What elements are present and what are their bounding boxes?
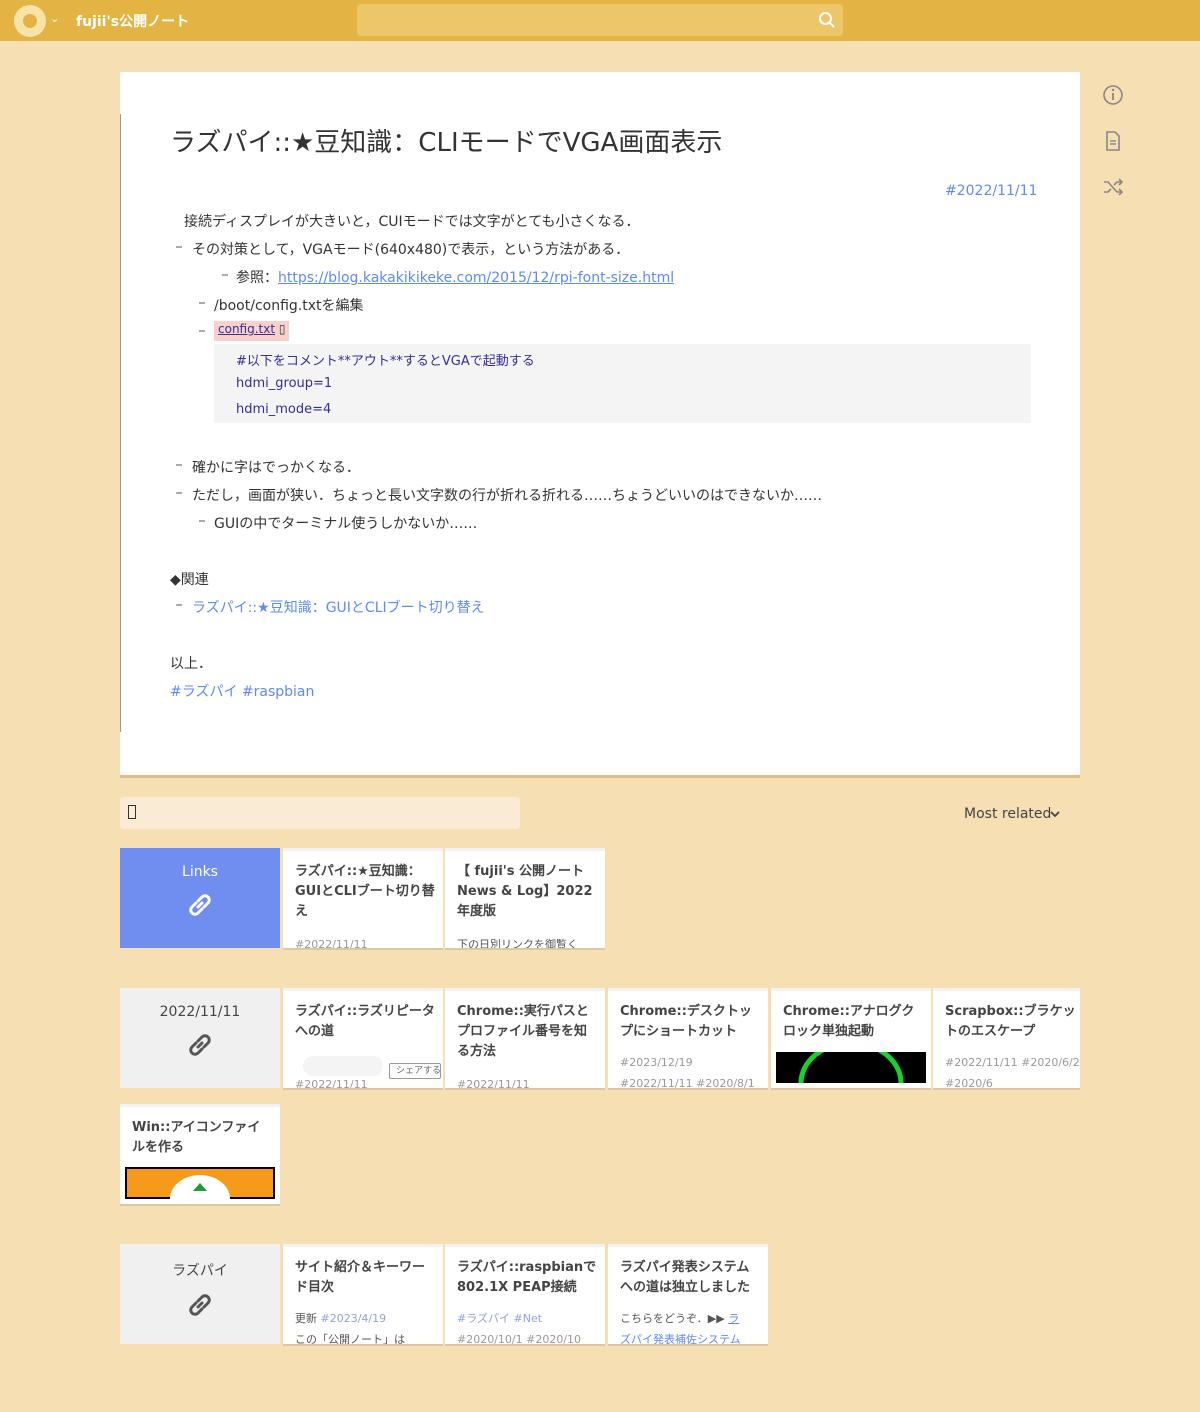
- scrapbox-logo-icon[interactable]: [14, 5, 46, 37]
- card-desc: #2023/12/19: [620, 1056, 693, 1069]
- text-line: 以上．: [170, 656, 212, 672]
- card-desc: #2022/11/11 #2020/8/1: [620, 1077, 755, 1088]
- related-card[interactable]: サイト紹介＆キーワード目次 更新 #2023/4/19 この「公開ノート」は: [283, 1244, 443, 1344]
- related-card[interactable]: ラズパイ::raspbianで802.1X PEAP接続 #ラズパイ #Net …: [445, 1244, 605, 1344]
- related-card[interactable]: Chrome::デスクトップにショートカット #2023/12/19 #2022…: [608, 988, 768, 1088]
- tag-group-label: ラズパイ: [172, 1263, 228, 1279]
- text-line: /boot/config.txtを編集: [214, 298, 364, 314]
- card-title: Win::アイコンファイルを作る: [132, 1120, 261, 1155]
- related-card[interactable]: ラズパイ::★豆知識：GUIとCLIブート切り替え #2022/11/11: [283, 848, 443, 948]
- card-title: Chrome::実行パスとプロファイル番号を知る方法: [457, 1004, 589, 1059]
- shuffle-icon[interactable]: [1101, 175, 1125, 199]
- date-tag[interactable]: #2022/11/11: [945, 183, 1037, 199]
- tag-group-header[interactable]: ラズパイ: [120, 1244, 280, 1344]
- related-card[interactable]: 【 fujii's 公開ノート News & Log】2022年度版 下の日別リ…: [445, 848, 605, 948]
- bullet: [199, 520, 205, 522]
- code-line: #以下をコメント**アウト**するとVGAで起動する: [236, 354, 535, 369]
- header-bar: ⌄ fujii's公開ノート: [0, 0, 1200, 41]
- related-card[interactable]: Chrome::実行パスとプロファイル番号を知る方法 #2022/11/11: [445, 988, 605, 1088]
- card-title: ラズパイ発表システムへの道は独立しました: [620, 1260, 751, 1295]
- card-title: サイト紹介＆キーワード目次: [295, 1260, 426, 1295]
- related-filter-input[interactable]: [120, 797, 520, 829]
- bullet: [222, 274, 228, 276]
- card-desc: ズパイ発表補佐システム: [620, 1333, 741, 1344]
- date-group-header[interactable]: 2022/11/11: [120, 988, 280, 1088]
- analog-clock-thumbnail: [776, 1052, 926, 1083]
- card-title: ラズパイ::ラズリピータへの道: [295, 1004, 435, 1039]
- card-desc: #2020/10/1 #2020/10: [457, 1333, 582, 1344]
- card-title: ラズパイ::raspbianで802.1X PEAP接続: [457, 1260, 597, 1295]
- card-desc: この「公開ノート」は: [295, 1333, 405, 1344]
- reference-url-link[interactable]: https://blog.kakakikikeke.com/2015/12/rp…: [278, 270, 674, 286]
- search-icon[interactable]: [818, 11, 836, 29]
- card-thumbnail: [303, 1056, 383, 1076]
- related-page-link[interactable]: ラズパイ::★豆知識：GUIとCLIブート切り替え: [192, 597, 485, 617]
- sort-dropdown[interactable]: Most related: [964, 806, 1051, 822]
- link-icon: [189, 894, 211, 916]
- project-title[interactable]: fujii's公開ノート: [76, 11, 189, 31]
- code-block-title[interactable]: config.txt ▯: [214, 321, 290, 341]
- card-desc: 下の日別リンクを御覧く: [457, 938, 578, 948]
- link-icon: [189, 1294, 211, 1316]
- chevron-down-icon[interactable]: [1050, 810, 1060, 818]
- search-input[interactable]: [357, 4, 843, 36]
- card-desc: 更新 #2023/4/19: [295, 1312, 387, 1325]
- links-label: Links: [182, 864, 218, 880]
- text-line: 接続ディスプレイが大きいと，CUIモードでは文字がとても小さくなる．: [184, 214, 640, 230]
- card-title: Chrome::アナログクロック単独起動: [783, 1004, 915, 1039]
- text-line: GUIの中でターミナル使うしかないか……: [214, 516, 478, 532]
- related-card[interactable]: Chrome::アナログクロック単独起動: [771, 988, 931, 1088]
- text-line: ただし，画面が狭い．ちょっと長い文字数の行が折れる折れる……ちょうどいいのはでき…: [192, 488, 822, 504]
- bullet: [199, 302, 205, 304]
- related-card[interactable]: Scrapbox::ブラケットのエスケープ #2022/11/11 #2020/…: [933, 988, 1080, 1088]
- card-desc: #ラズパイ #Net: [457, 1312, 543, 1325]
- bullet: [199, 330, 205, 332]
- code-line: hdmi_group=1: [236, 376, 333, 391]
- page-title: ラズパイ::★豆知識：CLIモードでVGA画面表示: [170, 128, 723, 158]
- related-heading: ◆関連: [170, 572, 209, 588]
- filter-icon: [128, 805, 136, 819]
- card-desc: こちらをどうぞ．▶▶ ラ: [620, 1312, 740, 1325]
- icon-file-thumbnail: [125, 1167, 275, 1199]
- hashtags[interactable]: #ラズパイ #raspbian: [170, 681, 314, 701]
- bullet: [176, 464, 182, 466]
- reference-line: 参照：https://blog.kakakikikeke.com/2015/12…: [236, 267, 674, 287]
- card-desc: #2020/6: [945, 1077, 993, 1088]
- card-title: 【 fujii's 公開ノート News & Log】2022年度版: [457, 864, 593, 919]
- bullet: [176, 246, 182, 248]
- card-desc: #2022/11/11 #2020/6/20: [945, 1056, 1080, 1069]
- links-group-header[interactable]: Links: [120, 848, 280, 948]
- card-title: Chrome::デスクトップにショートカット: [620, 1004, 752, 1039]
- code-block[interactable]: #以下をコメント**アウト**するとVGAで起動する hdmi_group=1 …: [214, 344, 1031, 423]
- text-line: その対策として，VGAモード(640x480)で表示，という方法がある．: [192, 242, 630, 258]
- info-icon[interactable]: [1101, 83, 1125, 107]
- reference-label: 参照：: [236, 270, 278, 286]
- card-title: Scrapbox::ブラケットのエスケープ: [945, 1004, 1076, 1039]
- code-line: hdmi_mode=4: [236, 402, 332, 417]
- link-icon: [189, 1034, 211, 1056]
- date-group-label: 2022/11/11: [159, 1004, 241, 1020]
- page-card: ラズパイ::★豆知識：CLIモードでVGA画面表示 #2022/11/11 接続…: [120, 72, 1080, 775]
- chevron-down-icon[interactable]: ⌄: [50, 12, 59, 25]
- card-desc: #2022/11/11: [457, 1078, 530, 1088]
- related-card[interactable]: Win::アイコンファイルを作る: [120, 1104, 280, 1204]
- card-desc: #2022/11/11: [295, 938, 368, 948]
- bullet: [176, 492, 182, 494]
- card-title: ラズパイ::★豆知識：GUIとCLIブート切り替え: [295, 864, 435, 919]
- document-icon[interactable]: [1101, 129, 1125, 153]
- bullet: [176, 604, 182, 606]
- card-desc: #2022/11/11: [295, 1078, 368, 1088]
- text-line: 確かに字はでっかくなる．: [192, 460, 360, 476]
- related-card[interactable]: ラズパイ::ラズリピータへの道 シェアする #2022/11/11: [283, 988, 443, 1088]
- related-card[interactable]: ラズパイ発表システムへの道は独立しました こちらをどうぞ．▶▶ ラ ズパイ発表補…: [608, 1244, 768, 1344]
